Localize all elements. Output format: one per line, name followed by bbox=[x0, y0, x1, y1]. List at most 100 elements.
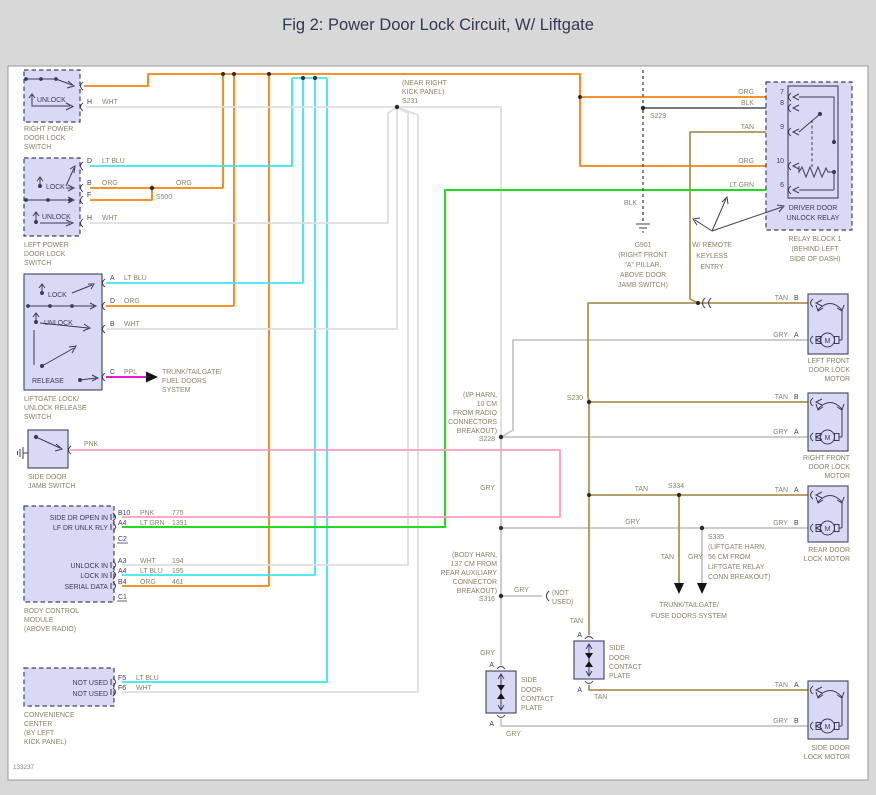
splice-note: CONNECTORS bbox=[448, 419, 497, 426]
component-name: (BEHIND LEFT bbox=[791, 246, 839, 253]
component-name: SIDE OF DASH) bbox=[790, 256, 841, 263]
splice-note: 56 CM FROM bbox=[708, 554, 751, 561]
splice-note: KICK PANEL) bbox=[402, 89, 444, 96]
component-name: PLATE bbox=[521, 705, 543, 712]
splice-note: LIFTGATE RELAY bbox=[708, 564, 765, 571]
splice-note: FROM RADIO bbox=[453, 410, 498, 417]
splice-s228-dot bbox=[498, 434, 504, 440]
pin-label: 10 bbox=[776, 158, 784, 165]
wire-color-label: GRY bbox=[480, 485, 495, 492]
component-name: PLATE bbox=[609, 673, 631, 680]
component-name: UNLOCK RELEASE bbox=[24, 405, 87, 412]
branch-dot bbox=[232, 72, 236, 76]
signal-label: LF DR UNLK RLY bbox=[53, 525, 108, 532]
diagram-panel bbox=[7, 65, 869, 781]
component-name: DOOR LOCK bbox=[809, 367, 851, 374]
component-name: CONTACT bbox=[521, 696, 555, 703]
wire-color-label: ORG bbox=[738, 89, 754, 96]
component-name: RIGHT POWER bbox=[24, 126, 73, 133]
circuit-number: 775 bbox=[172, 510, 184, 517]
signal-label: NOT USED bbox=[73, 691, 109, 698]
pin-label: A bbox=[489, 662, 494, 669]
wire-color-label: PPL bbox=[124, 369, 137, 376]
wire-color-label: TAN bbox=[775, 487, 788, 494]
component-name: CONVENIENCE bbox=[24, 712, 75, 719]
wire-color-label: GRY bbox=[514, 587, 529, 594]
component-name: LOCK MOTOR bbox=[804, 754, 850, 761]
wire-color-label: WHT bbox=[124, 321, 140, 328]
wire-color-label: GRY bbox=[480, 650, 495, 657]
pin-label: A bbox=[794, 429, 799, 436]
component-name: LOCK MOTOR bbox=[804, 556, 850, 563]
switch-position-label: LOCK bbox=[48, 292, 67, 299]
wire-color-label: WHT bbox=[102, 99, 118, 106]
component-name: DOOR bbox=[609, 655, 630, 662]
switch-position-label: UNLOCK bbox=[44, 320, 73, 327]
circuit-number: 194 bbox=[172, 558, 184, 565]
component-name: (BY LEFT bbox=[24, 730, 55, 737]
signal-label: SERIAL DATA bbox=[64, 584, 108, 591]
switch-position-label: RELEASE bbox=[32, 378, 64, 385]
wire-color-label: ORG bbox=[738, 158, 754, 165]
wire-color-label: ORG bbox=[124, 298, 140, 305]
pin-label: B bbox=[794, 295, 799, 302]
branch-dot bbox=[696, 301, 700, 305]
component-name: SWITCH bbox=[24, 260, 51, 267]
pin-label: A bbox=[794, 487, 799, 494]
pin-label: C bbox=[110, 369, 115, 376]
component-name: DOOR LOCK bbox=[809, 464, 851, 471]
splice-label: S335 bbox=[708, 534, 724, 541]
pin-label: F5 bbox=[118, 675, 126, 682]
splice-label-s229: S229 bbox=[650, 113, 666, 120]
motor-m: M bbox=[825, 338, 831, 345]
component-name: SWITCH bbox=[24, 144, 51, 151]
pin-label: B bbox=[794, 520, 799, 527]
callout-text: W/ REMOTE bbox=[692, 242, 732, 249]
signal-label: SIDE DR OPEN IN bbox=[50, 515, 108, 522]
wire-color-label: WHT bbox=[136, 685, 152, 692]
splice-s334-dot bbox=[676, 492, 682, 498]
wire-color-label: BLK bbox=[741, 100, 754, 107]
wire-color-label: GRY bbox=[688, 554, 703, 561]
splice-s230-dot bbox=[586, 399, 592, 405]
component-name: RELAY BLOCK 1 bbox=[789, 236, 842, 243]
wire-color-label: PNK bbox=[84, 441, 99, 448]
pin-label: D bbox=[110, 298, 115, 305]
branch-dot bbox=[221, 72, 225, 76]
component-name: SIDE DOOR bbox=[811, 745, 850, 752]
ground-ref: ABOVE DOOR bbox=[620, 272, 666, 279]
component-name: CENTER bbox=[24, 721, 52, 728]
pin-label: A bbox=[489, 721, 494, 728]
wire-color-label: TAN bbox=[594, 694, 607, 701]
switch-position-label: UNLOCK bbox=[42, 214, 71, 221]
wire-color-label: TAN bbox=[741, 124, 754, 131]
wire-color-label: ORG bbox=[176, 180, 192, 187]
circuit-number: 461 bbox=[172, 579, 184, 586]
ground-ref: JAMB SWITCH) bbox=[618, 282, 668, 289]
splice-s335-dot bbox=[699, 525, 705, 531]
component-name: RIGHT FRONT bbox=[803, 455, 851, 462]
pin-label: B bbox=[794, 394, 799, 401]
splice-note: (LIFTGATE HARN, bbox=[708, 544, 766, 551]
splice-s316-dot bbox=[498, 593, 504, 599]
splice-note: (I/P HARN, bbox=[463, 392, 497, 399]
pin-label: H bbox=[87, 215, 92, 222]
pin-label: D bbox=[87, 158, 92, 165]
branch-dot bbox=[267, 72, 271, 76]
motor-m: M bbox=[825, 526, 831, 533]
component-name: REAR DOOR bbox=[808, 547, 850, 554]
wire-color-label: TAN bbox=[775, 394, 788, 401]
splice-label: S500 bbox=[156, 194, 172, 201]
splice-note: CONNECTOR bbox=[453, 579, 497, 586]
wire-color-label: GRY bbox=[773, 718, 788, 725]
signal-label: NOT USED bbox=[73, 680, 109, 687]
wire-color-label: TAN bbox=[570, 618, 583, 625]
pin-label: B10 bbox=[118, 510, 130, 517]
component-name: BODY CONTROL bbox=[24, 608, 79, 615]
splice-note: CONN BREAKOUT) bbox=[708, 574, 770, 581]
pin-label: F6 bbox=[118, 685, 126, 692]
pin-label: 7 bbox=[780, 89, 784, 96]
wire-color-label: LT GRN bbox=[729, 182, 754, 189]
pin-label: B4 bbox=[118, 579, 127, 586]
splice-note: (NEAR RIGHT bbox=[402, 80, 448, 87]
